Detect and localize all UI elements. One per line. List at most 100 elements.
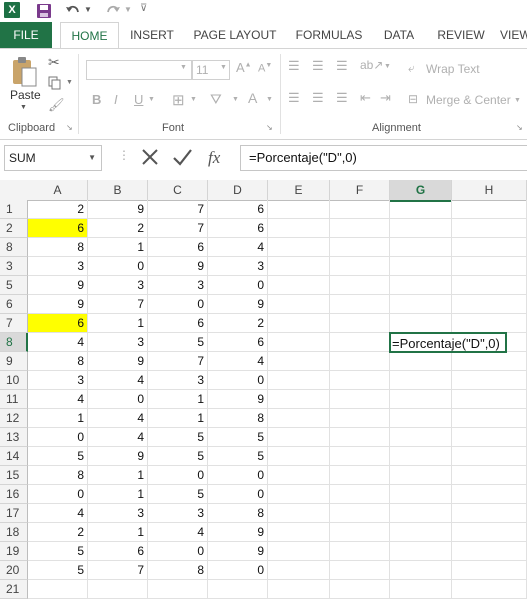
cell-g[interactable] — [390, 371, 452, 390]
formula-input[interactable]: =Porcentaje("D",0) — [240, 145, 527, 171]
cell-d[interactable]: 4 — [208, 352, 268, 371]
cell-c[interactable]: 5 — [148, 447, 208, 466]
cell-h[interactable] — [452, 561, 527, 580]
cell-h[interactable] — [452, 409, 527, 428]
cell-c[interactable]: 5 — [148, 485, 208, 504]
cell-b[interactable]: 9 — [88, 447, 148, 466]
copy-dropdown-icon[interactable]: ▼ — [66, 79, 73, 86]
cell-c[interactable]: 4 — [148, 523, 208, 542]
cell-c[interactable]: 8 — [148, 561, 208, 580]
cell-e[interactable] — [268, 276, 330, 295]
cell-g[interactable] — [390, 314, 452, 333]
cell-b[interactable]: 1 — [88, 466, 148, 485]
merge-center-icon[interactable]: ⊟ — [408, 92, 418, 106]
cell-a[interactable]: 2 — [28, 200, 88, 219]
row-header[interactable]: 16 — [0, 485, 28, 504]
tab-view[interactable]: VIEW — [500, 22, 527, 48]
cell-a[interactable]: 5 — [28, 447, 88, 466]
borders-icon[interactable]: ⊞ — [172, 91, 185, 109]
cell-e[interactable] — [268, 314, 330, 333]
cell-g[interactable] — [390, 523, 452, 542]
cell-g[interactable] — [390, 561, 452, 580]
cell-f[interactable] — [330, 390, 390, 409]
cell-c[interactable]: 3 — [148, 371, 208, 390]
merge-center-button[interactable]: Merge & Center — [426, 93, 511, 107]
middle-align-icon[interactable]: ☰ — [312, 58, 324, 74]
cell-b[interactable]: 1 — [88, 485, 148, 504]
cell-f[interactable] — [330, 219, 390, 238]
cell-h[interactable] — [452, 295, 527, 314]
cell-a[interactable]: 5 — [28, 561, 88, 580]
cell-f[interactable] — [330, 580, 390, 599]
cell-b[interactable]: 0 — [88, 257, 148, 276]
cell-d[interactable]: 0 — [208, 276, 268, 295]
redo-icon[interactable] — [104, 3, 122, 19]
cell-c[interactable]: 6 — [148, 314, 208, 333]
cell-b[interactable]: 1 — [88, 523, 148, 542]
cell-f[interactable] — [330, 314, 390, 333]
row-header[interactable]: 10 — [0, 371, 28, 390]
cell-e[interactable] — [268, 257, 330, 276]
orientation-dropdown-icon[interactable]: ▼ — [384, 63, 391, 70]
tab-home[interactable]: HOME — [60, 22, 119, 49]
cell-h[interactable] — [452, 219, 527, 238]
cell-e[interactable] — [268, 561, 330, 580]
font-name-dropdown-icon[interactable]: ▼ — [180, 64, 187, 71]
cell-c[interactable]: 6 — [148, 238, 208, 257]
cell-d[interactable]: 5 — [208, 447, 268, 466]
cell-e[interactable] — [268, 352, 330, 371]
copy-icon[interactable] — [48, 76, 62, 90]
cell-h[interactable] — [452, 447, 527, 466]
cell-a[interactable]: 9 — [28, 276, 88, 295]
cell-h[interactable] — [452, 238, 527, 257]
row-header[interactable]: 6 — [0, 295, 28, 314]
cell-e[interactable] — [268, 485, 330, 504]
cell-g[interactable] — [390, 428, 452, 447]
row-header[interactable]: 8 — [0, 238, 28, 257]
cell-d[interactable]: 9 — [208, 542, 268, 561]
undo-dropdown-icon[interactable]: ▼ — [84, 5, 92, 14]
cell-e[interactable] — [268, 200, 330, 219]
cell-h[interactable] — [452, 390, 527, 409]
cell-a[interactable] — [28, 580, 88, 599]
cell-h[interactable] — [452, 466, 527, 485]
cell-h[interactable] — [452, 523, 527, 542]
row-header[interactable]: 3 — [0, 257, 28, 276]
cell-a[interactable]: 9 — [28, 295, 88, 314]
formula-bar-grip-icon[interactable]: ⋮ — [118, 148, 130, 162]
cell-b[interactable]: 7 — [88, 561, 148, 580]
cell-b[interactable]: 1 — [88, 314, 148, 333]
grow-font-icon[interactable]: A▲ — [236, 60, 252, 75]
cell-c[interactable]: 5 — [148, 428, 208, 447]
row-header[interactable]: 11 — [0, 390, 28, 409]
cell-c[interactable]: 9 — [148, 257, 208, 276]
clipboard-launcher-icon[interactable]: ↘ — [66, 123, 73, 132]
cell-c[interactable]: 0 — [148, 542, 208, 561]
column-header-d[interactable]: D — [208, 180, 268, 201]
cell-f[interactable] — [330, 504, 390, 523]
format-painter-icon[interactable]: 🖌 — [48, 97, 65, 113]
cell-g[interactable] — [390, 447, 452, 466]
cell-f[interactable] — [330, 561, 390, 580]
cell-d[interactable]: 0 — [208, 466, 268, 485]
alignment-launcher-icon[interactable]: ↘ — [516, 123, 523, 132]
select-all-corner[interactable] — [0, 180, 29, 201]
enter-icon[interactable] — [172, 147, 192, 167]
undo-icon[interactable] — [64, 3, 82, 19]
cell-e[interactable] — [268, 295, 330, 314]
align-right-icon[interactable]: ☰ — [336, 90, 348, 106]
cell-d[interactable]: 2 — [208, 314, 268, 333]
cell-h[interactable] — [452, 485, 527, 504]
cell-f[interactable] — [330, 523, 390, 542]
cell-h[interactable] — [452, 352, 527, 371]
row-header[interactable]: 21 — [0, 580, 28, 599]
cell-h[interactable] — [452, 580, 527, 599]
cell-e[interactable] — [268, 466, 330, 485]
cell-b[interactable]: 4 — [88, 409, 148, 428]
wrap-text-icon[interactable]: ⤶ — [408, 61, 415, 76]
cell-f[interactable] — [330, 542, 390, 561]
cell-c[interactable]: 1 — [148, 409, 208, 428]
cell-f[interactable] — [330, 238, 390, 257]
cell-g[interactable] — [390, 409, 452, 428]
cell-a[interactable]: 6 — [28, 219, 88, 238]
